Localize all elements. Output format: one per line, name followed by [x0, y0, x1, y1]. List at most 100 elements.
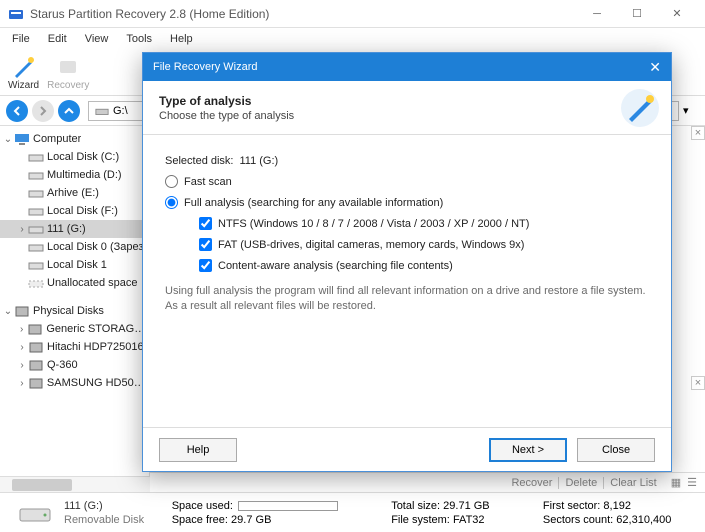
- drive-large-icon: [18, 501, 52, 525]
- tree-panel: ⌄ Computer Local Disk (C:) Multimedia (D…: [0, 126, 150, 476]
- maximize-button[interactable]: ☐: [617, 1, 657, 27]
- menu-tools[interactable]: Tools: [118, 31, 160, 47]
- nav-up-button[interactable]: [58, 100, 80, 122]
- panel-close-button[interactable]: ×: [691, 126, 705, 140]
- menu-view[interactable]: View: [77, 31, 117, 47]
- disk-icon: [28, 240, 44, 254]
- app-icon: [8, 6, 24, 22]
- fs-label: File system:: [391, 514, 450, 526]
- close-window-button[interactable]: ✕: [657, 1, 697, 27]
- collapse-icon[interactable]: ⌄: [2, 134, 14, 145]
- tree-item[interactable]: ›Hitachi HDP725016: [0, 338, 149, 356]
- ntfs-label: NTFS (Windows 10 / 8 / 7 / 2008 / Vista …: [218, 218, 529, 230]
- tree-item[interactable]: Local Disk (C:): [0, 148, 149, 166]
- clear-action[interactable]: Clear List: [610, 477, 656, 489]
- sectors-value: 62,310,400: [616, 514, 671, 526]
- tree-physical[interactable]: ⌄ Physical Disks: [0, 302, 149, 320]
- menu-bar: File Edit View Tools Help: [0, 28, 705, 50]
- usage-bar: [238, 501, 338, 511]
- address-text: G:\: [113, 105, 128, 117]
- wizard-button[interactable]: Wizard: [8, 55, 39, 91]
- menu-edit[interactable]: Edit: [40, 31, 75, 47]
- analysis-note: Using full analysis the program will fin…: [165, 284, 649, 315]
- help-button[interactable]: Help: [159, 438, 237, 462]
- unalloc-icon: [28, 276, 44, 290]
- fast-scan-option[interactable]: Fast scan: [165, 175, 649, 188]
- dialog-close-button[interactable]: ✕: [649, 59, 661, 76]
- fat-checkbox[interactable]: [199, 238, 212, 251]
- expand-icon[interactable]: ›: [16, 342, 28, 353]
- tree-item[interactable]: Unallocated space: [0, 274, 149, 292]
- window-titlebar: Starus Partition Recovery 2.8 (Home Edit…: [0, 0, 705, 28]
- next-button[interactable]: Next >: [489, 438, 567, 462]
- full-analysis-label: Full analysis (searching for any availab…: [184, 197, 443, 209]
- space-free-label: Space free:: [172, 514, 228, 526]
- arrow-left-icon: [11, 105, 23, 117]
- fast-scan-label: Fast scan: [184, 176, 232, 188]
- first-sector-value: 8,192: [603, 500, 631, 512]
- expand-icon[interactable]: ›: [16, 324, 27, 335]
- tree-item[interactable]: ›Q-360: [0, 356, 149, 374]
- hdd-icon: [27, 322, 43, 336]
- dialog-title: File Recovery Wizard: [153, 61, 258, 73]
- tree-item[interactable]: Local Disk (F:): [0, 202, 149, 220]
- full-analysis-option[interactable]: Full analysis (searching for any availab…: [165, 196, 649, 209]
- wand-large-icon: [619, 87, 661, 129]
- tree-item-selected[interactable]: ›111 (G:): [0, 220, 149, 238]
- fat-label: FAT (USB-drives, digital cameras, memory…: [218, 239, 524, 251]
- delete-action[interactable]: Delete: [565, 477, 597, 489]
- drive-icon: [95, 105, 109, 117]
- menu-help[interactable]: Help: [162, 31, 201, 47]
- nav-forward-button[interactable]: [32, 100, 54, 122]
- recovery-button[interactable]: Recovery: [47, 55, 89, 91]
- tree-item[interactable]: Local Disk 1: [0, 256, 149, 274]
- disk-icon: [28, 258, 44, 272]
- view-icons-button[interactable]: ▦: [671, 476, 681, 489]
- recover-action[interactable]: Recover: [511, 477, 552, 489]
- expand-icon[interactable]: ›: [16, 360, 28, 371]
- hdd-icon: [28, 340, 44, 354]
- tree-item[interactable]: Arhive (E:): [0, 184, 149, 202]
- content-aware-checkbox[interactable]: [199, 259, 212, 272]
- view-list-button[interactable]: ☰: [687, 476, 697, 489]
- first-sector-label: First sector:: [543, 500, 600, 512]
- list-toolbar: Recover Delete Clear List ▦ ☰: [150, 472, 705, 492]
- ntfs-option[interactable]: NTFS (Windows 10 / 8 / 7 / 2008 / Vista …: [199, 217, 649, 230]
- tree-scrollbar[interactable]: [0, 476, 150, 492]
- disk-icon: [28, 222, 44, 236]
- tree-item[interactable]: Multimedia (D:): [0, 166, 149, 184]
- fast-scan-radio[interactable]: [165, 175, 178, 188]
- wizard-dialog: File Recovery Wizard ✕ Type of analysis …: [142, 52, 672, 472]
- arrow-up-icon: [63, 105, 75, 117]
- window-title: Starus Partition Recovery 2.8 (Home Edit…: [30, 7, 577, 21]
- tree-item[interactable]: ›Generic STORAGE D: [0, 320, 149, 338]
- tree-item[interactable]: Local Disk 0 (Зарез: [0, 238, 149, 256]
- ntfs-checkbox[interactable]: [199, 217, 212, 230]
- close-button[interactable]: Close: [577, 438, 655, 462]
- nav-back-button[interactable]: [6, 100, 28, 122]
- menu-file[interactable]: File: [4, 31, 38, 47]
- sectors-label: Sectors count:: [543, 514, 613, 526]
- full-analysis-radio[interactable]: [165, 196, 178, 209]
- expand-icon[interactable]: ›: [16, 224, 28, 235]
- arrow-right-icon: [37, 105, 49, 117]
- collapse-icon[interactable]: ⌄: [2, 306, 14, 317]
- content-aware-option[interactable]: Content-aware analysis (searching file c…: [199, 259, 649, 272]
- address-dropdown-button[interactable]: ▾: [683, 104, 699, 117]
- dialog-heading: Type of analysis: [159, 94, 294, 108]
- hdd-icon: [14, 304, 30, 318]
- selected-disk-label: Selected disk:: [165, 155, 233, 167]
- wand-icon: [12, 55, 36, 79]
- disk-icon: [28, 168, 44, 182]
- panel-close-button[interactable]: ×: [691, 376, 705, 390]
- content-aware-label: Content-aware analysis (searching file c…: [218, 260, 453, 272]
- space-used-label: Space used:: [172, 500, 233, 512]
- expand-icon[interactable]: ›: [16, 378, 28, 389]
- tree-computer[interactable]: ⌄ Computer: [0, 130, 149, 148]
- disk-icon: [28, 186, 44, 200]
- disk-icon: [28, 204, 44, 218]
- recovery-icon: [56, 55, 80, 79]
- tree-item[interactable]: ›SAMSUNG HD502H: [0, 374, 149, 392]
- minimize-button[interactable]: ─: [577, 1, 617, 27]
- fat-option[interactable]: FAT (USB-drives, digital cameras, memory…: [199, 238, 649, 251]
